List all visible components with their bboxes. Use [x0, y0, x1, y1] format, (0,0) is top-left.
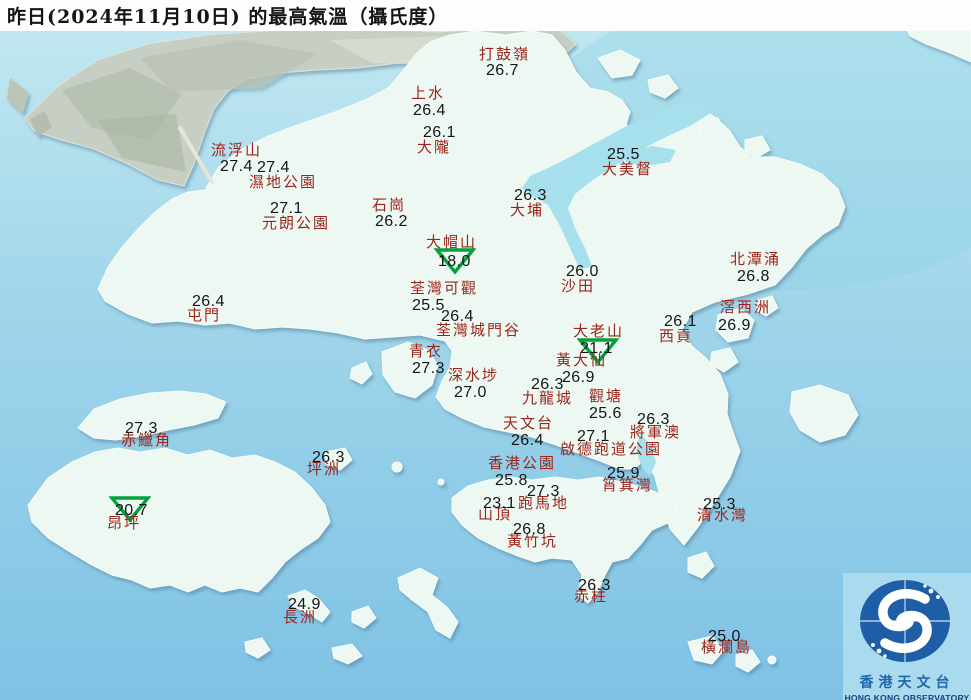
station-label: 大隴 [417, 138, 452, 156]
station-label: 北潭涌 [730, 250, 782, 268]
station-value: 26.0 [566, 263, 599, 280]
station-label: 滘西洲 [720, 298, 772, 316]
station-value: 26.2 [375, 213, 408, 230]
station-value: 26.3 [312, 449, 345, 466]
station-label: 西貢 [659, 327, 694, 345]
station-label: 流浮山 [211, 141, 263, 159]
station-value: 25.8 [495, 472, 528, 489]
station-value: 27.1 [577, 428, 610, 445]
station-label: 荃灣可觀 [410, 279, 479, 297]
station-value: 24.9 [288, 596, 321, 613]
station-label: 上水 [411, 84, 446, 102]
station-label: 青衣 [409, 342, 444, 360]
station-label: 石崗 [372, 196, 407, 214]
station-label: 大老山 [573, 322, 625, 340]
station-label: 打鼓嶺 [479, 45, 531, 63]
station-label: 屯門 [187, 306, 222, 324]
station-value: 26.7 [486, 62, 519, 79]
station-value: 25.3 [703, 496, 736, 513]
station-value: 26.4 [511, 432, 544, 449]
title-bar: 昨日(2024年11月10日) 的最高氣溫（攝氏度） [0, 0, 971, 31]
station-label: 啟德跑道公園 [560, 440, 663, 458]
station-value: 26.3 [514, 187, 547, 204]
station-value: 27.4 [220, 158, 253, 175]
station-label: 香港公園 [488, 454, 557, 472]
station-value: 25.0 [708, 628, 741, 645]
station-label: 大帽山 [426, 233, 478, 251]
map-title: 昨日(2024年11月10日) 的最高氣溫（攝氏度） [7, 6, 449, 28]
station-value: 26.1 [423, 124, 456, 141]
weather-map-screen: 昨日(2024年11月10日) 的最高氣溫（攝氏度） 26.7 打鼓嶺 26.4 上水… [0, 0, 971, 700]
hko-logo-mark [860, 580, 950, 662]
station-value: 23.1 [483, 495, 516, 512]
hko-logo-name-zh: 香港天文台 [859, 675, 955, 691]
station-label: 濕地公園 [249, 173, 318, 191]
station-label: 荃灣城門谷 [436, 321, 522, 339]
station-value: 26.3 [578, 577, 611, 594]
station-label: 深水埗 [448, 366, 500, 384]
station-value: 27.3 [527, 483, 560, 500]
station-value: 25.5 [607, 146, 640, 163]
station-value: 26.8 [513, 521, 546, 538]
station-value: 25.5 [412, 297, 445, 314]
station-value: 20.7 [115, 502, 148, 519]
station-value: 21.1 [580, 340, 613, 357]
station-value: 25.6 [589, 405, 622, 422]
station-label: 元朗公園 [262, 214, 331, 232]
station-value: 27.0 [454, 384, 487, 401]
hko-logo: 香港天文台 HONG KONG OBSERVATORY [843, 573, 971, 700]
station-value: 18.0 [438, 253, 471, 270]
station-value: 27.1 [270, 200, 303, 217]
hko-logo-name-en: HONG KONG OBSERVATORY [844, 693, 970, 700]
station-value: 26.9 [562, 369, 595, 386]
station-value: 26.3 [637, 411, 670, 428]
station-value: 27.4 [257, 159, 290, 176]
station-value: 26.8 [737, 268, 770, 285]
station-value: 27.3 [125, 420, 158, 437]
station-label: 沙田 [561, 277, 596, 295]
station-label: 大埔 [510, 201, 545, 219]
station-value: 26.4 [413, 102, 446, 119]
station-label: 大美督 [602, 160, 654, 178]
station-value: 26.9 [718, 317, 751, 334]
station-value: 26.3 [531, 376, 564, 393]
station-label: 觀塘 [589, 387, 624, 405]
station-value: 25.9 [607, 465, 640, 482]
station-label: 九龍城 [522, 389, 574, 407]
station-value: 26.1 [664, 313, 697, 330]
station-label: 天文台 [503, 414, 555, 432]
station-value: 26.4 [192, 293, 225, 310]
station-labels-layer: 26.7 打鼓嶺 26.4 上水 26.1 大隴 27.4 流浮山 27.4 濕地公園 27.1 元朗… [0, 0, 971, 700]
station-value: 27.3 [412, 360, 445, 377]
station-value: 26.4 [441, 308, 474, 325]
